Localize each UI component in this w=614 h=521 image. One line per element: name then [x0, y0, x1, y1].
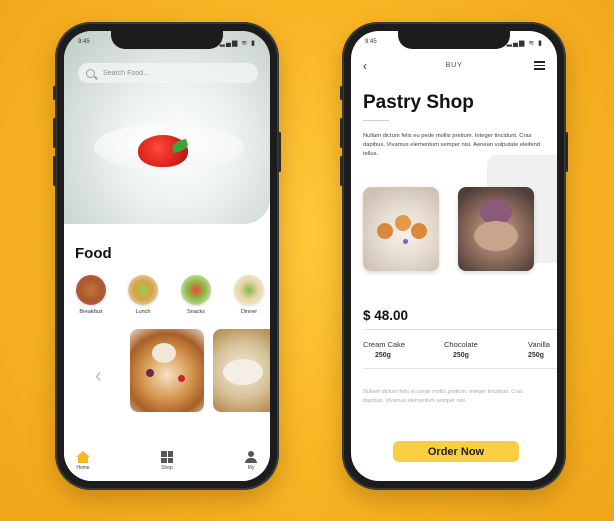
category-lunch-image — [128, 275, 158, 305]
category-list: Breakfast Lunch Snacks Dinner — [72, 275, 270, 323]
flower-garnish — [403, 239, 408, 244]
tab-label: Shop — [161, 465, 173, 471]
food-app-screen: 9:45 ▂▄▆ ≋ ▮ Food Breakfast Lunch Snacks — [64, 31, 270, 481]
page-title: Pastry Shop — [363, 92, 474, 113]
variant-vanilla[interactable]: Vanilla 250g — [528, 340, 550, 359]
status-icons: ▂▄▆ ≋ ▮ — [219, 40, 256, 47]
category-breakfast[interactable]: Breakfast — [72, 275, 110, 315]
category-label: Dinner — [240, 309, 258, 315]
phone-power-button — [278, 132, 281, 172]
status-time: 9:45 — [365, 39, 377, 45]
tab-home[interactable]: Home — [68, 451, 98, 471]
order-now-button[interactable]: Order Now — [393, 441, 519, 462]
user-icon — [245, 451, 257, 463]
search-icon — [86, 68, 95, 78]
left-phone: 9:45 ▂▄▆ ≋ ▮ Food Breakfast Lunch Snacks — [53, 22, 281, 490]
tab-shop[interactable]: Shop — [152, 451, 182, 471]
pastry-puff — [395, 215, 411, 231]
variant-weight: 250g — [375, 352, 391, 359]
category-snacks[interactable]: Snacks — [177, 275, 215, 315]
status-time: 9:45 — [78, 39, 90, 45]
plate — [223, 359, 263, 385]
title-underline — [363, 120, 389, 121]
category-lunch[interactable]: Lunch — [124, 275, 162, 315]
food-card-toast[interactable] — [213, 329, 270, 412]
price: $ 48.00 — [363, 308, 409, 323]
phone-notch — [111, 31, 223, 49]
bottom-tab-bar: Home Shop My — [64, 437, 270, 481]
cake-body — [474, 221, 518, 251]
phone-notch — [398, 31, 510, 49]
tab-label: Home — [76, 465, 90, 471]
divider — [363, 329, 557, 330]
ice-cream-scoop — [152, 343, 176, 363]
search-bar[interactable] — [78, 63, 258, 83]
divider — [363, 368, 557, 369]
phone-mute-switch — [53, 86, 56, 100]
variant-weight: 250g — [528, 352, 544, 359]
category-label: Snacks — [186, 309, 206, 315]
grid-icon — [161, 451, 173, 463]
right-phone: 9:45 ▂▄▆ ≋ ▮ ‹ BUY Pastry Shop Nullam di… — [340, 22, 568, 490]
variant-name: Chocolate — [444, 340, 478, 349]
category-breakfast-image — [76, 275, 106, 305]
variant-name: Vanilla — [528, 340, 550, 349]
buy-header: ‹ BUY — [363, 59, 545, 73]
tab-label: My — [247, 465, 255, 471]
category-label: Breakfast — [79, 309, 103, 315]
variant-name: Cream Cake — [363, 340, 406, 349]
berry — [146, 369, 154, 377]
category-snacks-image — [181, 275, 211, 305]
phone-volume-down — [340, 156, 343, 186]
header-title: BUY — [445, 60, 463, 69]
pastry-puff — [377, 223, 393, 239]
phone-volume-up — [340, 118, 343, 148]
phone-volume-down — [53, 156, 56, 186]
phone-volume-up — [53, 118, 56, 148]
pastry-puff — [411, 223, 427, 239]
pastry-image-chocolate-cake[interactable] — [458, 187, 534, 271]
food-card-waffles[interactable] — [130, 329, 204, 412]
status-icons: ▂▄▆ ≋ ▮ — [506, 40, 543, 47]
berry — [178, 375, 185, 382]
phone-mute-switch — [340, 86, 343, 100]
hamburger-menu-icon[interactable] — [534, 61, 545, 70]
hero-image — [64, 31, 270, 224]
pastry-image-cream-puffs[interactable] — [363, 187, 439, 271]
pastry-shop-screen: 9:45 ▂▄▆ ≋ ▮ ‹ BUY Pastry Shop Nullam di… — [351, 31, 557, 481]
carousel-prev-icon[interactable]: ‹ — [95, 365, 102, 388]
search-input[interactable] — [103, 69, 243, 77]
variant-weight: 250g — [453, 352, 469, 359]
category-dinner-image — [234, 275, 264, 305]
footer-description: Nullam dictum felis eu pede mollis preti… — [363, 389, 523, 404]
section-title: Food — [75, 245, 112, 262]
home-icon — [76, 451, 90, 463]
category-label: Lunch — [135, 309, 151, 315]
variant-chocolate[interactable]: Chocolate 250g — [444, 340, 478, 359]
category-dinner[interactable]: Dinner — [230, 275, 268, 315]
phone-power-button — [565, 132, 568, 172]
variant-cream-cake[interactable]: Cream Cake 250g — [363, 340, 405, 359]
tab-my[interactable]: My — [236, 451, 266, 471]
